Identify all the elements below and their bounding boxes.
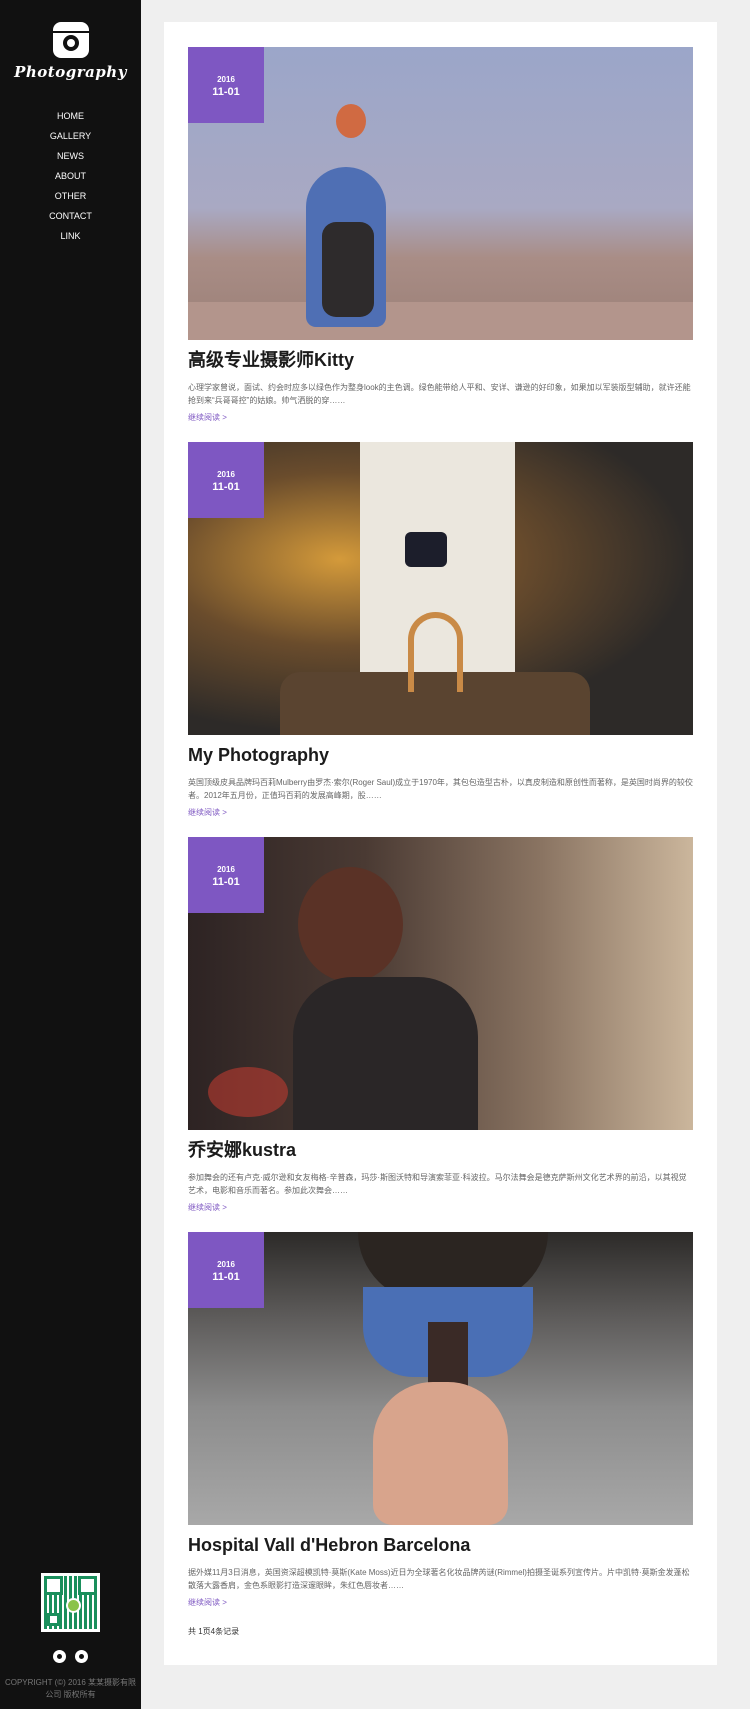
article-list: 2016 11-01 高级专业摄影师Kitty 心理学家曾说，面试、约会时应多以…	[164, 22, 717, 1665]
post-excerpt: 英国顶级皮具品牌玛百莉Mulberry由罗杰·索尔(Roger Saul)成立于…	[188, 778, 693, 800]
post-item: 2016 11-01 乔安娜kustra 参加舞会的还有卢克·威尔逊和女友梅格·…	[188, 837, 693, 1215]
nav-item-contact[interactable]: CONTACT	[0, 206, 141, 226]
post-image[interactable]: 2016 11-01	[188, 442, 693, 735]
sidebar: Photography HOME GALLERY NEWS ABOUT OTHE…	[0, 0, 141, 1709]
post-date: 2016 11-01	[188, 837, 264, 913]
camera-icon	[52, 22, 89, 58]
post-excerpt: 参加舞会的还有卢克·威尔逊和女友梅格·辛普森，玛莎·斯图沃特和导演索菲亚·科波拉…	[188, 1173, 687, 1195]
social-links	[0, 1650, 141, 1668]
post-image[interactable]: 2016 11-01	[188, 47, 693, 340]
qr-code	[41, 1573, 100, 1632]
post-item: 2016 11-01 My Photography 英国顶级皮具品牌玛百莉Mul…	[188, 442, 693, 820]
copyright: COPYRIGHT (©) 2016 某某摄影有限公司 版权所有	[4, 1678, 137, 1699]
post-date: 2016 11-01	[188, 442, 264, 518]
nav-item-home[interactable]: HOME	[0, 106, 141, 126]
post-image[interactable]: 2016 11-01	[188, 837, 693, 1130]
nav-item-about[interactable]: ABOUT	[0, 166, 141, 186]
nav-item-link[interactable]: LINK	[0, 226, 141, 246]
nav-item-gallery[interactable]: GALLERY	[0, 126, 141, 146]
post-date: 2016 11-01	[188, 1232, 264, 1308]
post-image[interactable]: 2016 11-01	[188, 1232, 693, 1525]
read-more-link[interactable]: 继续阅读 >	[188, 807, 227, 818]
read-more-link[interactable]: 继续阅读 >	[188, 1597, 227, 1608]
post-excerpt: 心理学家曾说，面试、约会时应多以绿色作为整身look的主色调。绿色能带给人平和、…	[188, 383, 691, 405]
post-item: 2016 11-01 高级专业摄影师Kitty 心理学家曾说，面试、约会时应多以…	[188, 47, 693, 425]
post-date: 2016 11-01	[188, 47, 264, 123]
post-item: 2016 11-01 Hospital Vall d'Hebron Barcel…	[188, 1232, 693, 1610]
post-title[interactable]: Hospital Vall d'Hebron Barcelona	[188, 1534, 693, 1556]
weibo-icon[interactable]	[53, 1650, 67, 1663]
nav-item-other[interactable]: OTHER	[0, 186, 141, 206]
main-nav: HOME GALLERY NEWS ABOUT OTHER CONTACT LI…	[0, 106, 141, 246]
post-excerpt: 据外媒11月3日消息，英国资深超模凯特·莫斯(Kate Moss)近日为全球著名…	[188, 1568, 690, 1590]
logo-text: Photography	[14, 63, 127, 81]
read-more-link[interactable]: 继续阅读 >	[188, 412, 227, 423]
post-title[interactable]: 乔安娜kustra	[188, 1139, 693, 1161]
read-more-link[interactable]: 继续阅读 >	[188, 1202, 227, 1213]
logo[interactable]: Photography	[0, 22, 141, 81]
nav-item-news[interactable]: NEWS	[0, 146, 141, 166]
pagination-info: 共 1页4条记录	[188, 1627, 240, 1636]
qq-icon[interactable]	[74, 1650, 88, 1663]
post-title[interactable]: My Photography	[188, 744, 693, 766]
post-title[interactable]: 高级专业摄影师Kitty	[188, 349, 693, 371]
